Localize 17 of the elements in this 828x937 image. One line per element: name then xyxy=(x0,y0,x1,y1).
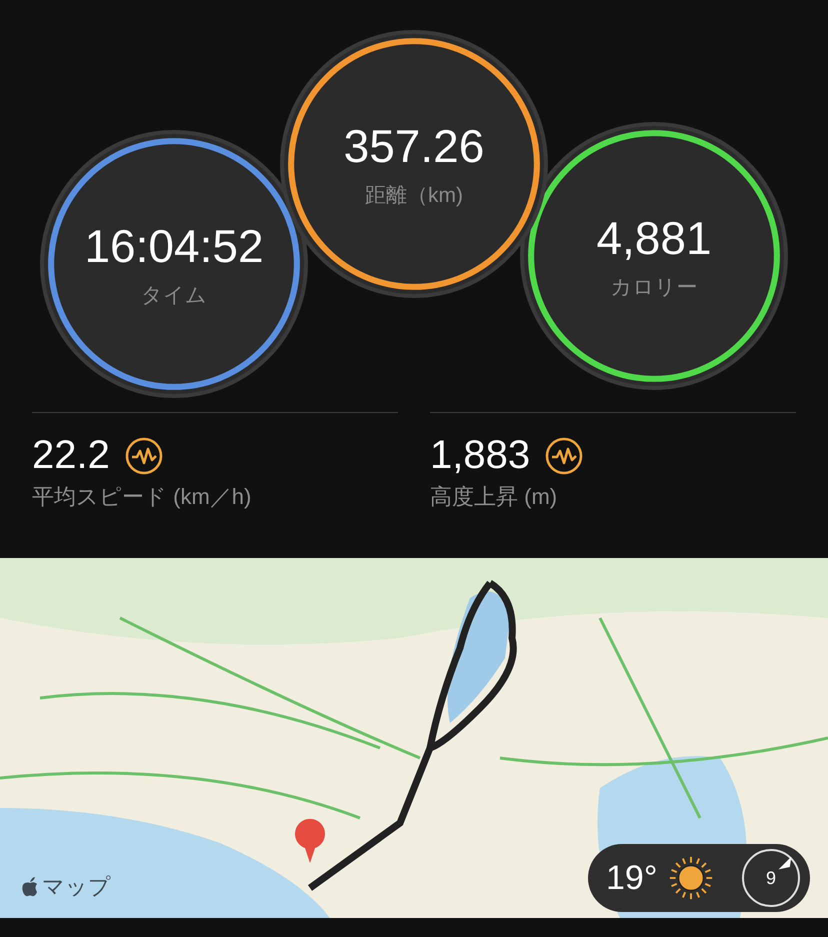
ring-value: 4,881 xyxy=(596,211,712,265)
stat-label: 平均スピード (km／h) xyxy=(32,483,252,511)
ring-label: 距離（km) xyxy=(365,183,463,209)
ring-label: カロリー xyxy=(610,275,698,301)
map-attribution: マップ xyxy=(42,873,111,901)
stat-label: 高度上昇 (m) xyxy=(430,483,558,511)
wind-arrow-icon xyxy=(777,855,793,871)
pulse-icon[interactable] xyxy=(124,436,164,476)
ring-label: タイム xyxy=(141,283,207,309)
pulse-icon[interactable] xyxy=(544,436,584,476)
ring-value: 16:04:52 xyxy=(84,219,264,273)
apple-icon xyxy=(20,875,40,899)
wind-speed: 9 xyxy=(766,868,776,888)
stat-value: 1,883 xyxy=(430,433,530,478)
stat-value: 22.2 xyxy=(32,433,110,478)
ring-value: 357.26 xyxy=(344,119,484,173)
temperature: 19° xyxy=(606,858,658,898)
